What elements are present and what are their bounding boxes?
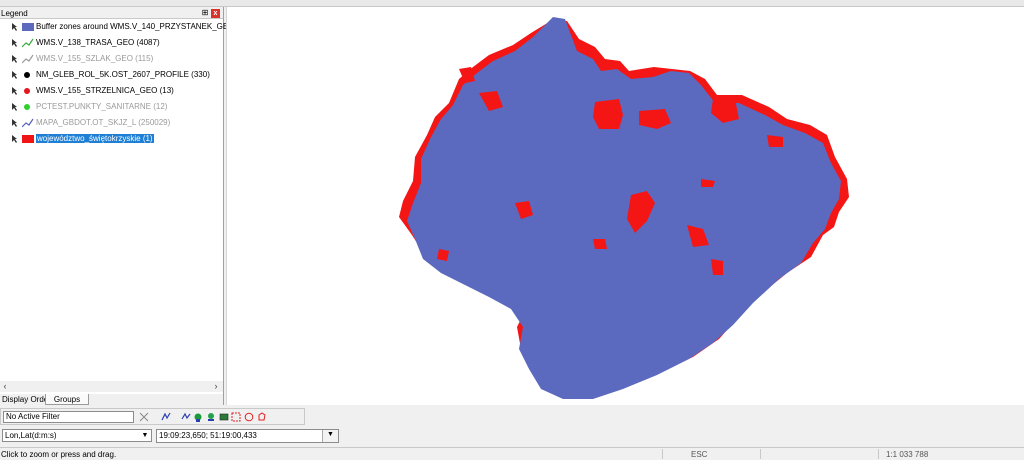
region-gap bbox=[767, 135, 783, 147]
legend-layer-label: WMS.V_155_SZLAK_GEO (115) bbox=[36, 54, 154, 63]
point-icon bbox=[24, 104, 30, 110]
status-divider bbox=[760, 449, 761, 459]
coordinate-toolbar: Lon,Lat(d:m:s) ▼ 19:09:23,650; 51:19:00,… bbox=[0, 427, 342, 445]
top-toolbar-strip bbox=[0, 0, 1024, 7]
filter-toolbar: No Active Filter bbox=[0, 408, 305, 425]
legend-layer-label: WMS.V_138_TRASA_GEO (4087) bbox=[36, 38, 160, 47]
region-gap bbox=[593, 99, 623, 129]
line-icon bbox=[22, 38, 34, 48]
selectable-pointer-icon[interactable] bbox=[11, 23, 18, 32]
chevron-down-icon[interactable]: ▼ bbox=[322, 430, 338, 442]
selected-layer-highlight: województwo_świętokrzyskie (1) bbox=[36, 134, 154, 143]
point-icon bbox=[24, 88, 30, 94]
map-scale: 1:1 033 788 bbox=[886, 450, 929, 459]
legend-panel: Legend ⊞ x Buffer zones around WMS.V_140… bbox=[0, 7, 246, 405]
legend-layer-label: PCTEST.PUNKTY_SANITARNE (12) bbox=[36, 102, 168, 111]
legend-layer-row[interactable]: MAPA_GBDOT.OT_SKJZ_L (250029) bbox=[0, 116, 222, 130]
legend-layer-label: Buffer zones around WMS.V_140_PRZYSTANEK… bbox=[36, 22, 247, 31]
rectangle-select-icon[interactable] bbox=[219, 412, 229, 422]
close-icon[interactable]: x bbox=[211, 9, 220, 18]
crs-value: Lon,Lat(d:m:s) bbox=[5, 431, 57, 440]
active-filter-field[interactable]: No Active Filter bbox=[3, 411, 134, 423]
selectable-pointer-icon[interactable] bbox=[11, 55, 18, 64]
selectable-pointer-icon[interactable] bbox=[11, 39, 18, 48]
coordinate-value: 19:09:23,650; 51:19:00,433 bbox=[159, 431, 257, 440]
coordinate-system-select[interactable]: Lon,Lat(d:m:s) ▼ bbox=[2, 429, 152, 442]
circle-select-icon[interactable] bbox=[244, 412, 254, 422]
legend-layer-label: województwo_świętokrzyskie (1) bbox=[36, 134, 154, 143]
filter-clear-icon[interactable] bbox=[139, 412, 149, 422]
legend-layer-row[interactable]: Buffer zones around WMS.V_140_PRZYSTANEK… bbox=[0, 20, 246, 34]
point-icon bbox=[24, 72, 30, 78]
coordinate-input[interactable]: 19:09:23,650; 51:19:00,433 ▼ bbox=[156, 429, 339, 443]
legend-layer-row[interactable]: WMS.V_155_SZLAK_GEO (115) bbox=[0, 52, 222, 66]
line-icon bbox=[22, 54, 34, 64]
tab-groups[interactable]: Groups bbox=[45, 394, 89, 405]
legend-layer-label: NM_GLEB_ROL_5K.OST_2607_PROFILE (330) bbox=[36, 70, 210, 79]
gis-application-window: Legend ⊞ x Buffer zones around WMS.V_140… bbox=[0, 0, 1024, 460]
map-canvas[interactable] bbox=[226, 7, 1024, 405]
fill-swatch bbox=[22, 23, 34, 31]
scroll-right-arrow-icon[interactable]: › bbox=[211, 381, 221, 392]
legend-layer-row[interactable]: PCTEST.PUNKTY_SANITARNE (12) bbox=[0, 100, 222, 114]
pin-icon[interactable]: ⊞ bbox=[201, 9, 209, 17]
status-divider bbox=[662, 449, 663, 459]
status-divider bbox=[878, 449, 879, 459]
selectable-pointer-icon[interactable] bbox=[11, 71, 18, 80]
measure-tool-icon[interactable] bbox=[231, 412, 241, 422]
export-tool-icon[interactable] bbox=[206, 412, 216, 422]
legend-layer-row[interactable]: WMS.V_155_STRZELNICA_GEO (13) bbox=[0, 84, 222, 98]
selectable-pointer-icon[interactable] bbox=[11, 135, 18, 144]
region-gap bbox=[593, 239, 607, 249]
legend-layer-row[interactable]: WMS.V_138_TRASA_GEO (4087) bbox=[0, 36, 222, 50]
legend-layer-label: WMS.V_155_STRZELNICA_GEO (13) bbox=[36, 86, 174, 95]
legend-layer-row[interactable]: województwo_świętokrzyskie (1) bbox=[0, 132, 222, 146]
selectable-pointer-icon[interactable] bbox=[11, 103, 18, 112]
legend-header: Legend ⊞ x bbox=[0, 7, 223, 19]
legend-layer-label: MAPA_GBDOT.OT_SKJZ_L (250029) bbox=[36, 118, 171, 127]
status-esc-indicator: ESC bbox=[691, 450, 708, 459]
horizontal-scrollbar[interactable]: ‹ › bbox=[0, 381, 223, 392]
chevron-down-icon[interactable]: ▼ bbox=[140, 431, 150, 440]
buffer-tool-icon[interactable] bbox=[181, 412, 191, 422]
status-message: Click to zoom or press and drag. bbox=[1, 450, 117, 459]
map-svg bbox=[399, 17, 849, 399]
status-bar: Click to zoom or press and drag. ESC 1:1… bbox=[0, 447, 1024, 460]
polygon-select-icon[interactable] bbox=[257, 412, 267, 422]
filter-by-shape-icon[interactable] bbox=[161, 412, 171, 422]
region-gap bbox=[437, 249, 449, 261]
region-gap bbox=[711, 259, 723, 275]
line-icon bbox=[22, 118, 34, 128]
scroll-left-arrow-icon[interactable]: ‹ bbox=[0, 381, 10, 392]
selectable-pointer-icon[interactable] bbox=[11, 87, 18, 96]
legend-layer-row[interactable]: NM_GLEB_ROL_5K.OST_2607_PROFILE (330) bbox=[0, 68, 222, 82]
selectable-pointer-icon[interactable] bbox=[11, 119, 18, 128]
legend-tabs: Display Order Groups bbox=[0, 394, 223, 405]
legend-title: Legend bbox=[1, 9, 28, 18]
fill-swatch bbox=[22, 135, 34, 143]
select-tool-icon[interactable] bbox=[193, 412, 203, 422]
